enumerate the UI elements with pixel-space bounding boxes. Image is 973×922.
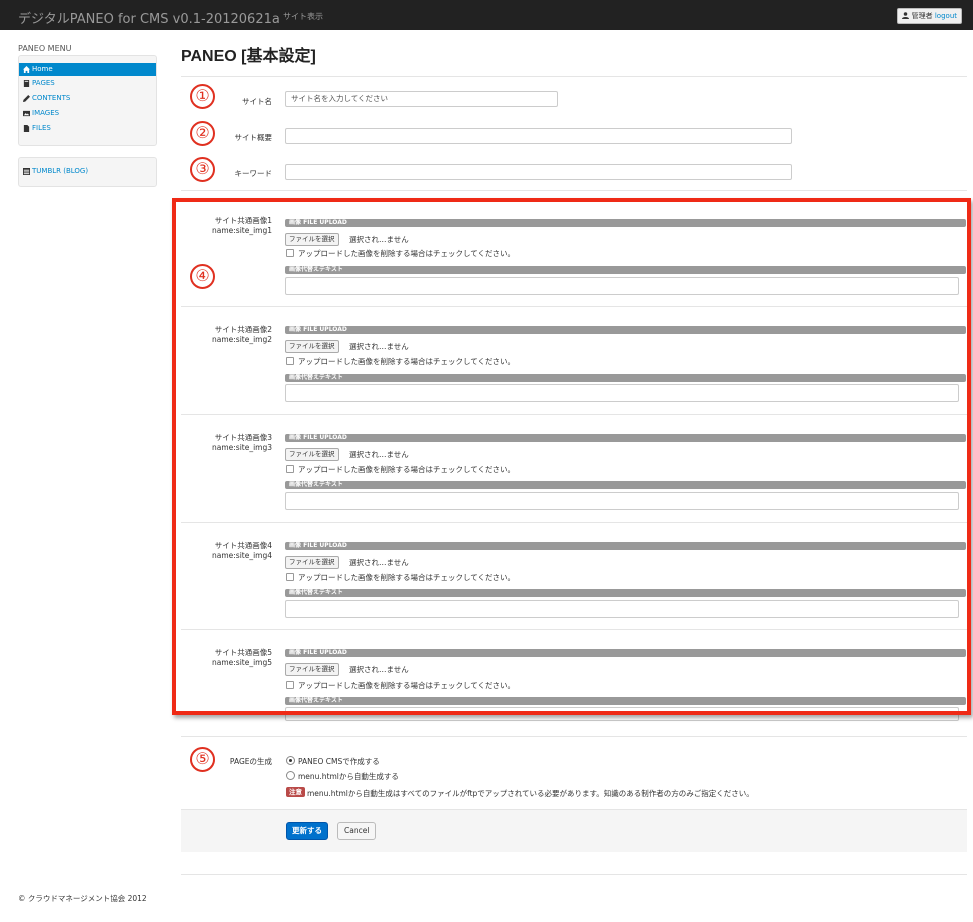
sidebar-item-label: CONTENTS — [32, 94, 71, 102]
annotation-5: ⑤ — [190, 747, 215, 772]
picture-icon — [23, 110, 30, 117]
sidebar-item-label: PAGES — [32, 79, 55, 87]
warning-badge: 注意 — [286, 787, 305, 797]
footer-copyright: © クラウドマネージメント協会 2012 — [18, 894, 147, 903]
sidebar-item-tumblr[interactable]: TUMBLR (BLOG) — [19, 165, 156, 178]
file-icon — [23, 125, 30, 132]
submit-button[interactable]: 更新する — [286, 822, 328, 840]
site-name-label: サイト名 — [242, 97, 272, 106]
sidebar-menu: Home PAGES CONTENTS IMAGES FILES — [18, 55, 157, 146]
paneo-cms-radio[interactable] — [286, 756, 295, 765]
sidebar-item-label: TUMBLR (BLOG) — [32, 167, 89, 175]
list-icon — [23, 168, 30, 175]
user-menu-button[interactable]: 管理者 logout — [897, 8, 962, 24]
user-icon — [902, 12, 910, 19]
annotation-4: ④ — [190, 264, 215, 289]
pencil-icon — [23, 95, 30, 102]
logout-link[interactable]: logout — [935, 12, 957, 20]
menu-html-radio[interactable] — [286, 771, 295, 780]
annotation-2: ② — [190, 121, 215, 146]
app-title[interactable]: デジタルPANEO for CMS v0.1-20120621a — [18, 8, 280, 27]
sidebar-item-label: IMAGES — [32, 109, 60, 117]
section-divider — [181, 190, 967, 191]
sidebar-item-images[interactable]: IMAGES — [19, 107, 156, 120]
cancel-button[interactable]: Cancel — [337, 822, 377, 840]
sidebar-item-label: Home — [32, 65, 53, 73]
sidebar-item-files[interactable]: FILES — [19, 122, 156, 135]
paneo-cms-option-label: PANEO CMSで作成する — [298, 757, 380, 766]
annotation-1: ① — [190, 84, 215, 109]
keywords-input[interactable] — [285, 164, 792, 180]
sidebar-item-pages[interactable]: PAGES — [19, 77, 156, 90]
site-summary-input[interactable] — [285, 128, 792, 144]
page-title: PANEO [基本設定] — [181, 48, 316, 65]
footer-divider — [181, 874, 967, 875]
top-navbar: デジタルPANEO for CMS v0.1-20120621a サイト表示 管… — [0, 0, 973, 30]
menu-html-option-label: menu.htmlから自動生成する — [298, 772, 399, 781]
section-divider — [181, 736, 967, 737]
site-summary-label: サイト概要 — [234, 133, 273, 142]
page-gen-label: PAGEの生成 — [229, 757, 272, 766]
annotation-frame — [172, 198, 971, 715]
user-name: 管理者 — [911, 12, 933, 20]
book-icon — [23, 80, 30, 87]
sidebar-item-label: FILES — [32, 124, 51, 132]
site-view-link[interactable]: サイト表示 — [283, 11, 323, 22]
sidebar-title: PANEO MENU — [18, 44, 72, 53]
title-divider — [181, 76, 967, 77]
sidebar-item-home[interactable]: Home — [19, 63, 156, 76]
keywords-label: キーワード — [234, 169, 273, 178]
sidebar-blog-menu: TUMBLR (BLOG) — [18, 157, 157, 187]
annotation-3: ③ — [190, 157, 215, 182]
warning-note: menu.htmlから自動生成はすべてのファイルがftpでアップされている必要が… — [307, 789, 754, 798]
site-name-input[interactable]: サイト名を入力してください — [285, 91, 558, 107]
home-icon — [23, 66, 30, 73]
sidebar-item-contents[interactable]: CONTENTS — [19, 92, 156, 105]
